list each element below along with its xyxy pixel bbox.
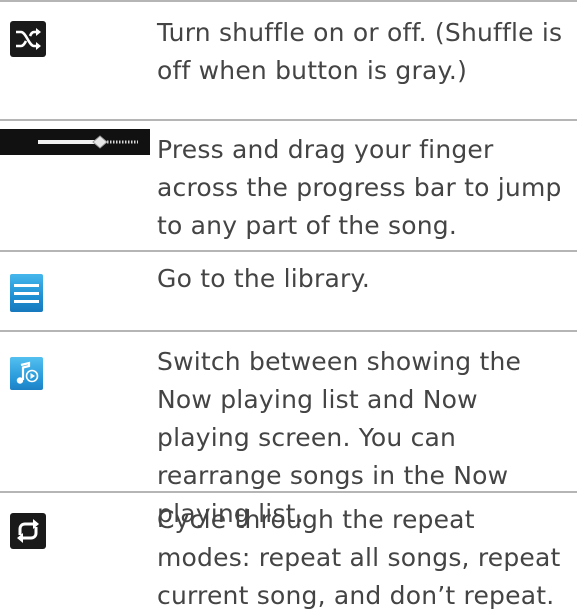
row-description: Press and drag your finger across the pr… <box>157 135 562 240</box>
table-row: Go to the library. <box>0 250 577 332</box>
row-description: Cycle through the repeat modes: repeat a… <box>157 505 561 610</box>
table-row: Turn shuffle on or off. (Shuffle is off … <box>0 0 577 121</box>
table-row: Press and drag your finger across the pr… <box>0 119 577 252</box>
shuffle-icon <box>10 21 46 57</box>
row-description: Turn shuffle on or off. (Shuffle is off … <box>157 18 563 85</box>
progress-bar-icon <box>0 129 150 159</box>
table-row: Cycle through the repeat modes: repeat a… <box>0 491 577 611</box>
row-description: Go to the library. <box>157 264 371 293</box>
library-menu-icon <box>10 274 43 312</box>
table-row: Switch between showing the Now playing l… <box>0 330 577 528</box>
repeat-icon <box>10 513 46 549</box>
now-playing-icon <box>10 357 43 390</box>
